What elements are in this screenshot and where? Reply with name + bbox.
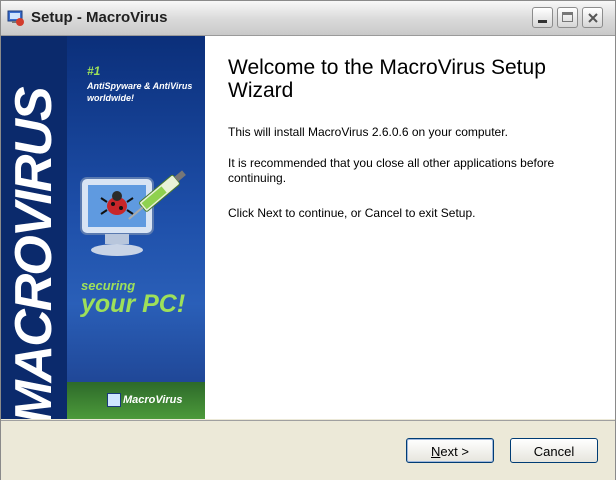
setup-app-icon	[7, 10, 24, 26]
brand-vertical-text: MACROVIRUS	[5, 88, 63, 419]
maximize-icon	[562, 12, 573, 22]
cancel-button[interactable]: Cancel	[510, 438, 598, 463]
next-button[interactable]: Next >	[406, 438, 494, 463]
logo-icon	[107, 393, 121, 407]
button-bar: Next > Cancel	[1, 420, 615, 480]
setup-window: Setup - MacroVirus MACROVIRUS #1 AntiSpy…	[0, 0, 616, 480]
welcome-heading: Welcome to the MacroVirus Setup Wizard	[228, 56, 546, 102]
minimize-button[interactable]	[532, 7, 553, 28]
slogan-line2: your PC!	[81, 290, 186, 318]
rank-description: AntiSpyware & AntiVirus worldwide!	[87, 81, 193, 103]
wizard-banner: MACROVIRUS #1 AntiSpyware & AntiVirus wo…	[1, 36, 205, 419]
close-apps-text: It is recommended that you close all oth…	[228, 156, 555, 185]
continue-instructions-text: Click Next to continue, or Cancel to exi…	[228, 206, 476, 220]
close-button[interactable]	[582, 7, 603, 28]
footer-logo-text: MacroVirus	[123, 394, 183, 406]
monitor-bug-syringe-illustration	[80, 170, 186, 256]
close-icon	[588, 13, 598, 23]
install-info-text: This will install MacroVirus 2.6.0.6 on …	[228, 125, 508, 139]
minimize-icon	[538, 20, 547, 23]
rank-badge: #1	[87, 64, 101, 78]
window-title: Setup - MacroVirus	[31, 9, 168, 26]
wizard-content: MACROVIRUS #1 AntiSpyware & AntiVirus wo…	[1, 36, 615, 419]
next-label: ext >	[440, 444, 469, 459]
maximize-button[interactable]	[557, 7, 578, 28]
footer-logo: MacroVirus	[67, 382, 205, 419]
next-mnemonic: N	[431, 444, 441, 459]
title-bar[interactable]: Setup - MacroVirus	[1, 1, 615, 36]
